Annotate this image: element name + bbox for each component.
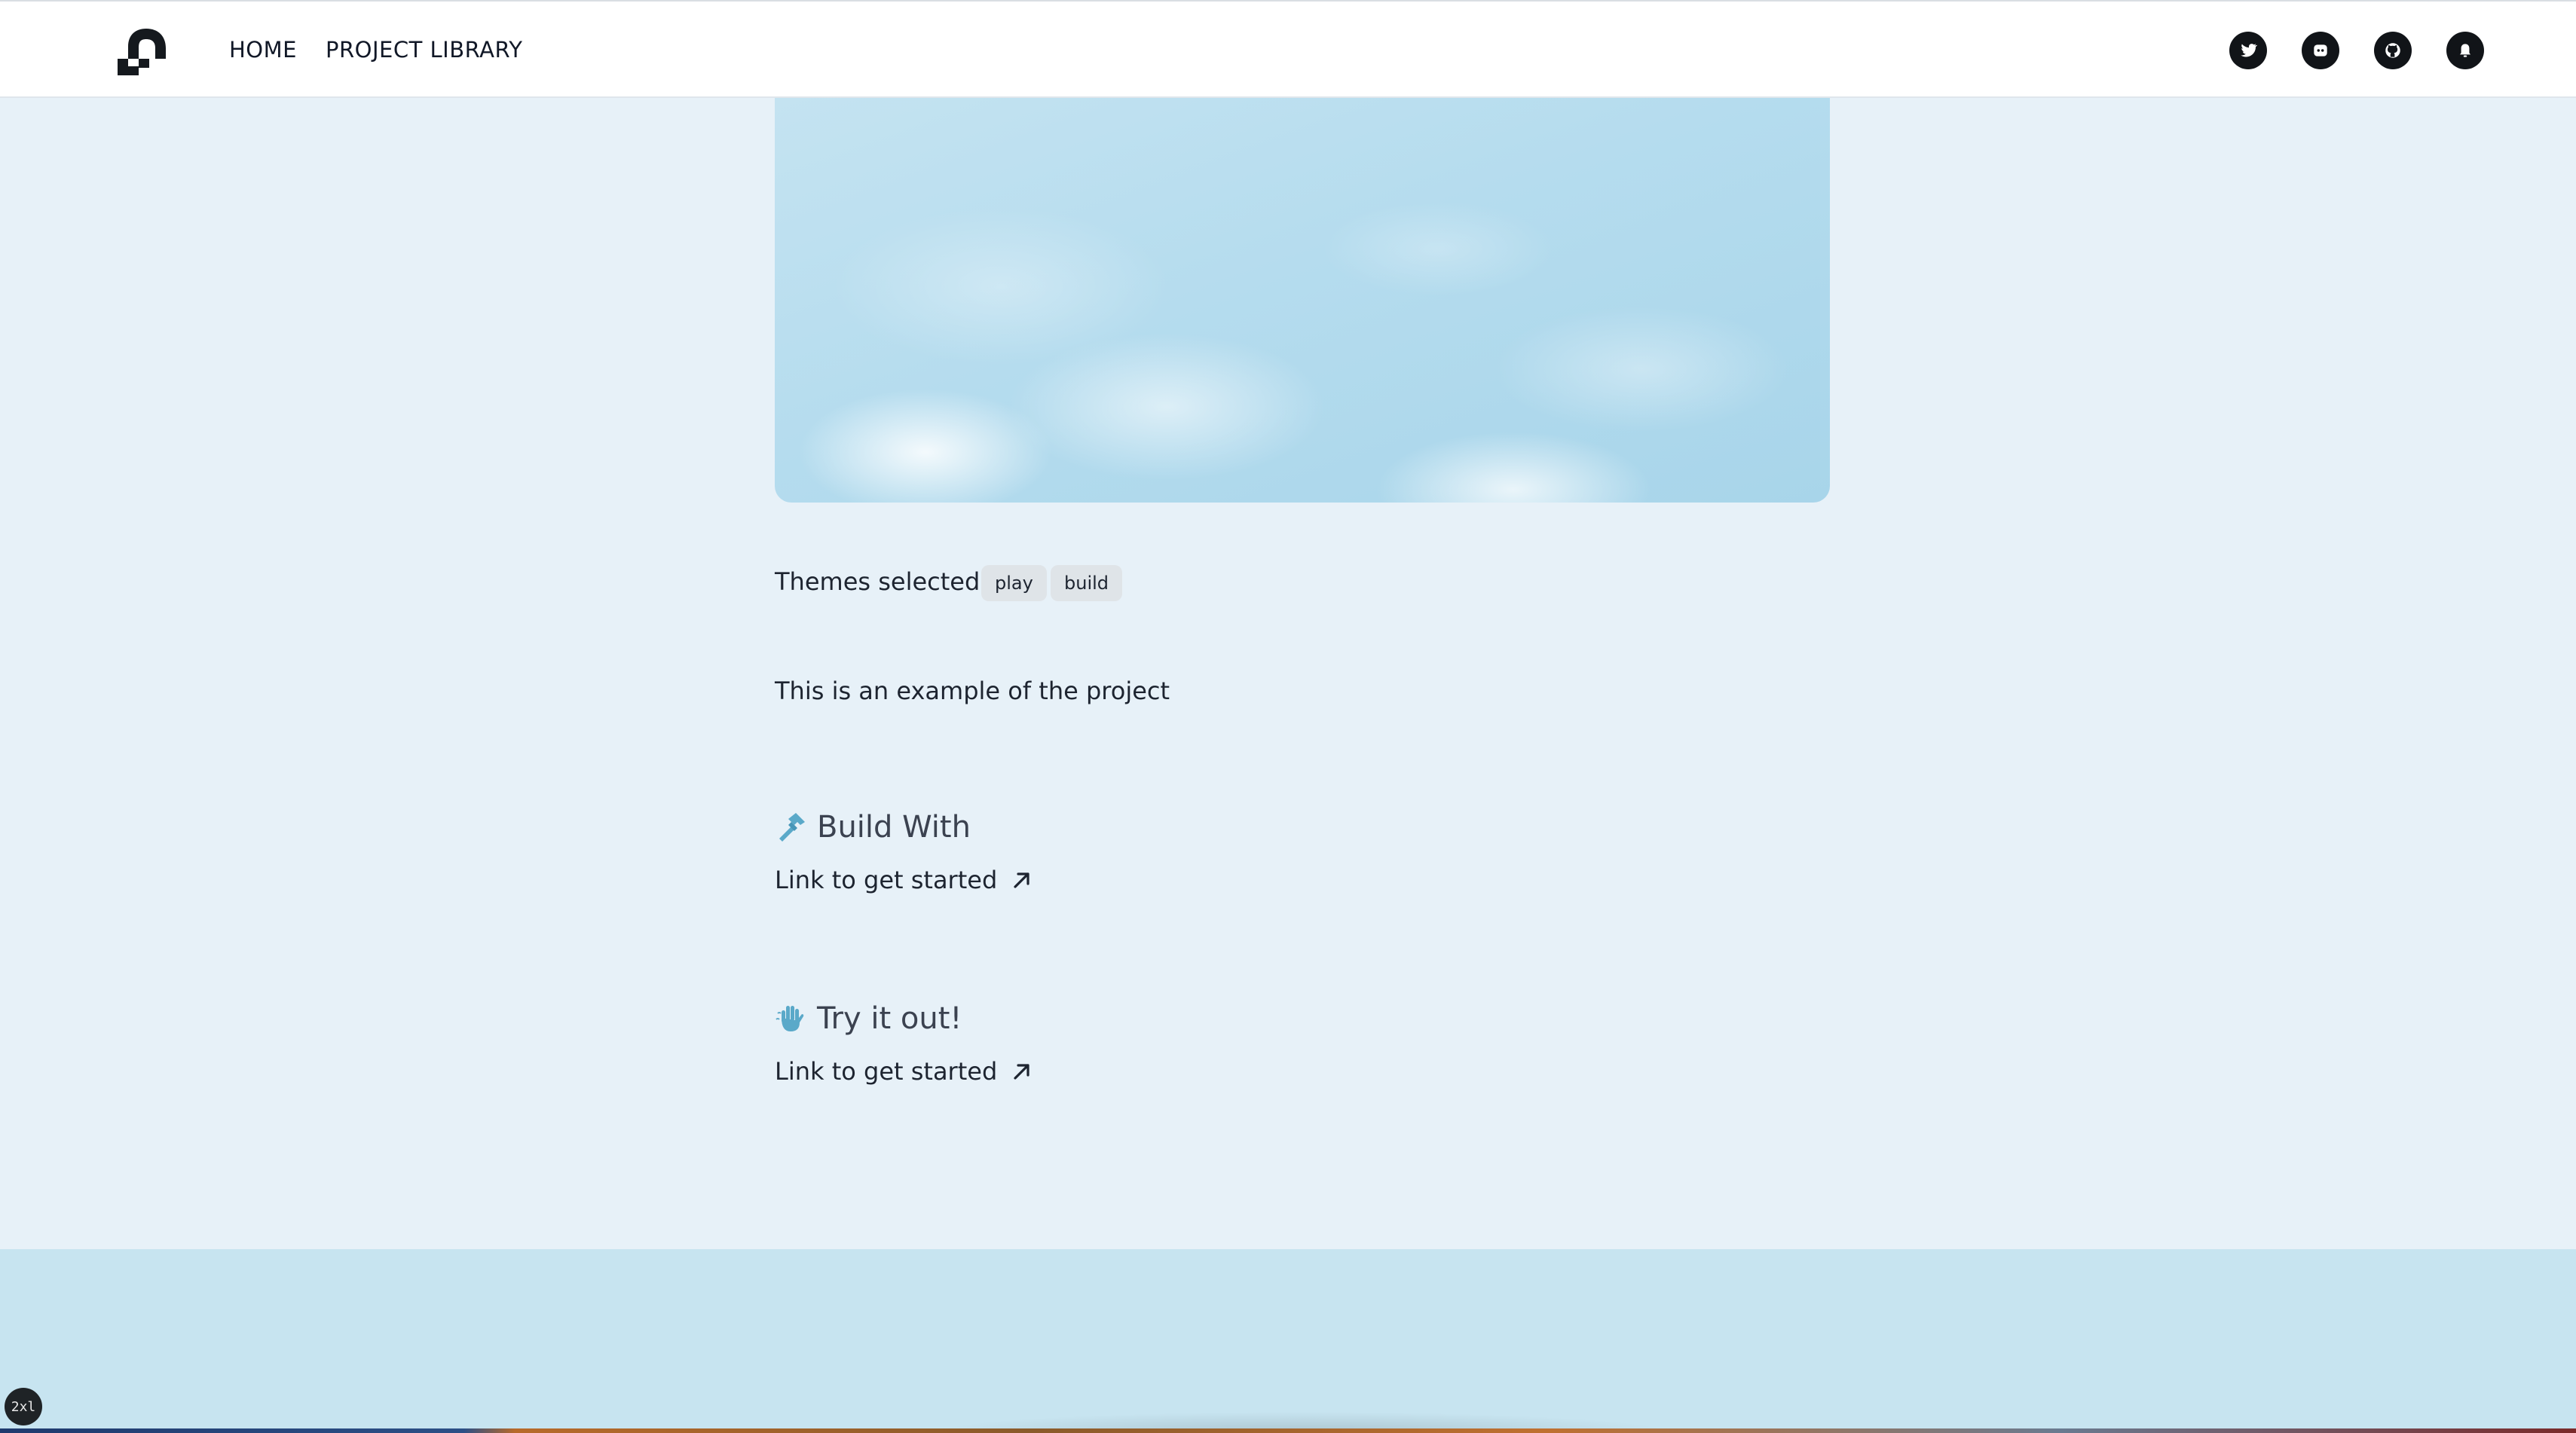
arrow-up-right-icon — [1014, 1064, 1029, 1080]
project-description: This is an example of the project — [775, 677, 1170, 705]
theme-tag-build: build — [1051, 565, 1123, 601]
build-with-title: Build With — [817, 810, 971, 845]
bottom-strip — [0, 1428, 2576, 1433]
build-with-link[interactable]: Link to get started — [775, 863, 1033, 897]
page: HOME PROJECT LIBRARY Themes selected pla… — [0, 0, 2576, 1433]
build-with-link-label: Link to get started — [775, 866, 998, 894]
try-it-out-heading: Try it out! — [775, 999, 962, 1038]
theme-tag-play: play — [981, 565, 1047, 601]
breakpoint-badge: 2xl — [5, 1388, 42, 1425]
logo-icon[interactable] — [118, 26, 169, 75]
arrow-up-right-icon — [1014, 872, 1029, 888]
hammer-icon — [779, 813, 805, 842]
build-with-heading: Build With — [775, 808, 971, 847]
try-it-out-link-label: Link to get started — [775, 1057, 998, 1086]
try-it-out-title: Try it out! — [817, 1001, 962, 1036]
discord-icon[interactable] — [2302, 32, 2339, 69]
notification-icon[interactable] — [2446, 32, 2484, 69]
github-icon[interactable] — [2374, 32, 2412, 69]
nav-home-link[interactable]: HOME — [229, 35, 297, 65]
project-hero-image — [775, 98, 1830, 503]
themes-selected-label: Themes selected — [775, 567, 981, 596]
twitter-icon[interactable] — [2229, 32, 2267, 69]
navbar: HOME PROJECT LIBRARY — [0, 0, 2576, 98]
nav-project-library-link[interactable]: PROJECT LIBRARY — [326, 35, 522, 65]
hand-icon — [776, 1006, 804, 1031]
try-it-out-link[interactable]: Link to get started — [775, 1055, 1033, 1088]
